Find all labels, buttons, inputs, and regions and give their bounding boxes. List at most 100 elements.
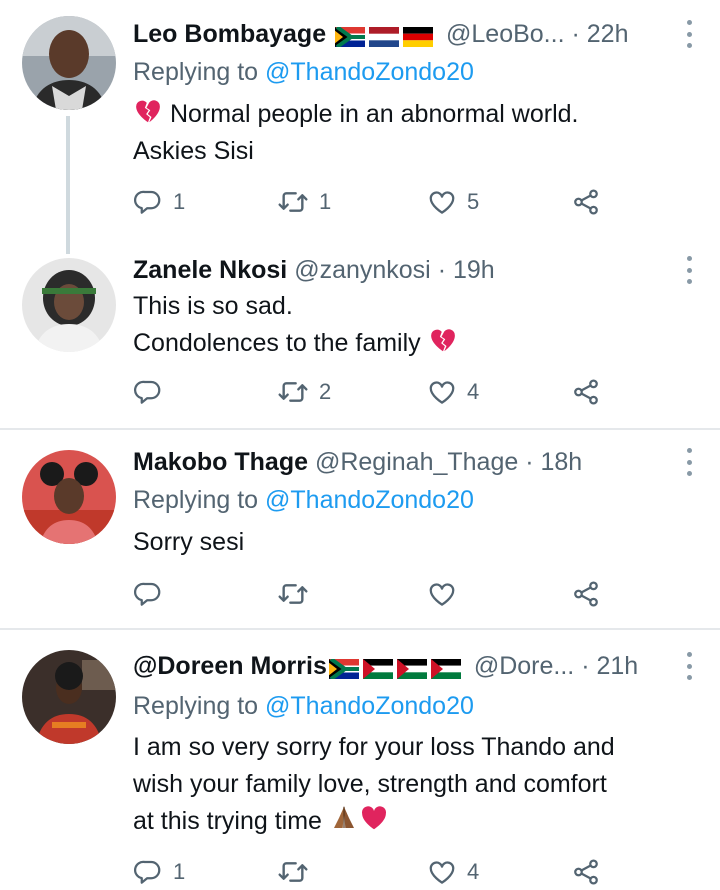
reply-button[interactable] [133,374,173,410]
reply-count: 1 [173,859,186,884]
text-line: Normal people in an abnormal world. [169,100,579,128]
mention-link[interactable]: @ThandoZondo20 [265,486,474,514]
avatar[interactable] [22,450,116,544]
broken-heart-icon [428,325,458,355]
flags [335,17,437,52]
thread-line [66,116,70,254]
folded-hands-icon [329,803,359,833]
share-button[interactable] [571,184,601,220]
mention-link[interactable]: @ThandoZondo20 [265,692,474,720]
like-icon [427,857,457,887]
replying-prefix: Replying to [133,58,259,86]
replying-to: Replying to @ThandoZondo20 [133,688,474,724]
text-line: Askies Sisi [133,137,254,165]
tweet-header: Leo Bombayage @LeoBo... · 22h [133,16,660,52]
broken-heart-icon [133,96,163,126]
tweet-3[interactable]: Makobo Thage @Reginah_Thage · 18h Replyi… [0,430,720,628]
south-africa-flag-icon [335,27,365,47]
text-line: I am so very sorry for your loss Thando … [133,733,615,761]
like-icon [427,579,457,609]
handle[interactable]: @LeoBo... [446,20,565,48]
like-button[interactable]: 4 [427,854,479,890]
retweet-button[interactable] [277,854,309,890]
reply-button[interactable] [133,576,163,612]
tweet-text: Normal people in an abnormal world. Aski… [133,96,680,170]
avatar[interactable] [22,16,116,110]
tweet-1[interactable]: Leo Bombayage @LeoBo... · 22h Replying t… [0,0,720,254]
timestamp[interactable]: · 19h [438,256,495,284]
retweet-button[interactable]: 2 [277,374,331,410]
retweet-button[interactable]: 1 [277,184,331,220]
tweet-4[interactable]: @Doreen Morris @Dore... · 21h Replying t… [0,630,720,888]
like-count: 5 [467,189,480,214]
text-line: This is so sad. [133,292,293,320]
display-name[interactable]: Makobo Thage [133,448,308,476]
tweet-header: @Doreen Morris @Dore... · 21h [133,648,660,684]
palestine-flag-icon [363,659,393,679]
retweet-icon [277,186,309,218]
handle[interactable]: @Dore... [474,652,574,680]
like-count: 4 [467,379,480,404]
retweet-icon [277,376,309,408]
display-name[interactable]: @Doreen Morris [133,652,327,680]
like-count: 4 [467,859,480,884]
like-button[interactable] [427,576,457,612]
text-line: Sorry sesi [133,528,245,556]
tweet-text: Sorry sesi [133,524,680,561]
palestine-flag-icon [397,659,427,679]
timestamp[interactable]: · 21h [581,652,638,680]
more-options-icon[interactable] [686,652,692,680]
tweet-text: I am so very sorry for your loss Thando … [133,729,680,840]
like-button[interactable]: 4 [427,374,479,410]
tweet-header: Zanele Nkosi @zanynkosi · 19h [133,252,660,288]
share-icon [571,579,601,609]
replying-prefix: Replying to [133,692,259,720]
more-options-icon[interactable] [686,20,692,48]
tweet-header: Makobo Thage @Reginah_Thage · 18h [133,444,660,480]
timestamp[interactable]: · 18h [525,448,582,476]
like-icon [427,377,457,407]
share-button[interactable] [571,374,601,410]
red-heart-icon [359,803,389,833]
germany-flag-icon [403,27,433,47]
text-line: wish your family love, strength and comf… [133,770,607,798]
replying-to: Replying to @ThandoZondo20 [133,482,474,518]
like-button[interactable]: 5 [427,184,479,220]
tweet-2[interactable]: Zanele Nkosi @zanynkosi · 19h This is so… [0,250,720,428]
retweet-icon [277,578,309,610]
action-bar: 1 4 [133,854,613,890]
text-line: at this trying time [133,807,322,835]
handle[interactable]: @Reginah_Thage [315,448,518,476]
reply-icon [133,377,163,407]
retweet-icon [277,856,309,888]
reply-icon [133,579,163,609]
handle[interactable]: @zanynkosi [294,256,431,284]
tweet-text: This is so sad. Condolences to the famil… [133,288,680,362]
retweet-button[interactable] [277,576,309,612]
reply-button[interactable]: 1 [133,854,185,890]
like-icon [427,187,457,217]
palestine-flag-icon [431,659,461,679]
reply-icon [133,857,163,887]
display-name[interactable]: Leo Bombayage [133,20,326,48]
reply-icon [133,187,163,217]
share-button[interactable] [571,576,601,612]
display-name[interactable]: Zanele Nkosi [133,256,287,284]
reply-button[interactable]: 1 [133,184,185,220]
replying-to: Replying to @ThandoZondo20 [133,54,474,90]
more-options-icon[interactable] [686,448,692,476]
share-icon [571,857,601,887]
avatar[interactable] [22,258,116,352]
avatar[interactable] [22,650,116,744]
flags [329,649,465,684]
share-icon [571,187,601,217]
more-options-icon[interactable] [686,256,692,284]
timestamp[interactable]: · 22h [571,20,628,48]
share-button[interactable] [571,854,601,890]
share-icon [571,377,601,407]
reply-count: 1 [173,189,186,214]
action-bar: 2 4 [133,374,613,410]
retweet-count: 1 [319,189,332,214]
replying-prefix: Replying to [133,486,259,514]
mention-link[interactable]: @ThandoZondo20 [265,58,474,86]
